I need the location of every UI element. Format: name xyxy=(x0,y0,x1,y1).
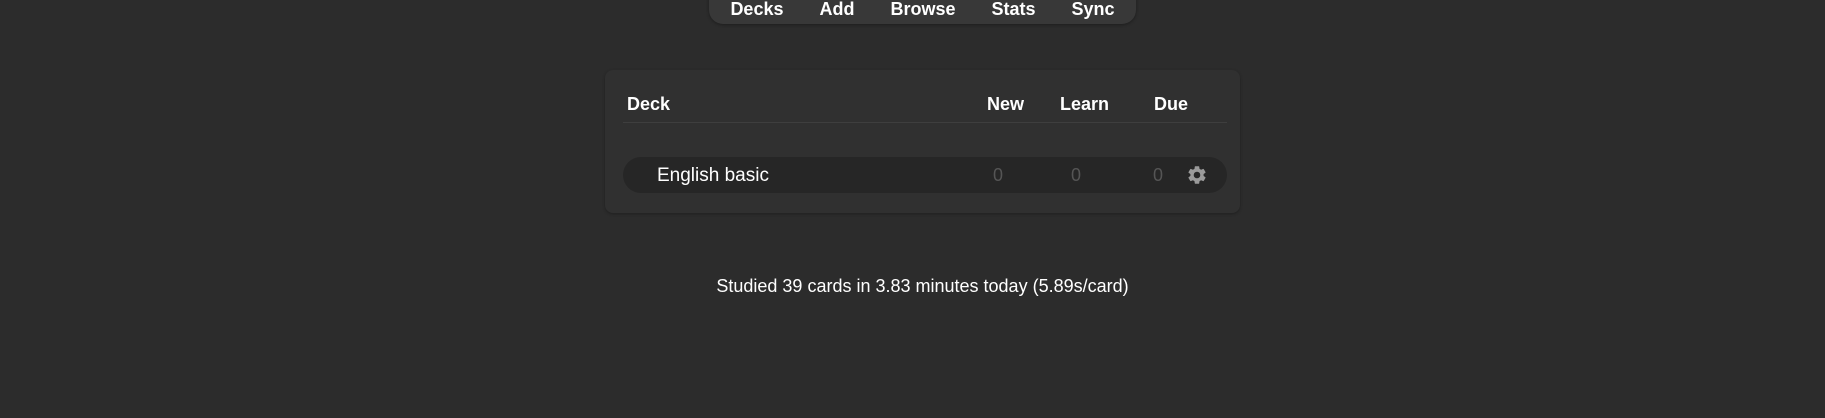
deck-table-header: Deck New Learn Due xyxy=(623,70,1227,123)
toolbar-decks-link[interactable]: Decks xyxy=(730,0,783,18)
header-learn: Learn xyxy=(1060,94,1110,114)
toolbar-sync-link[interactable]: Sync xyxy=(1072,0,1115,18)
deck-learn-count: 0 xyxy=(1070,165,1081,185)
gear-icon[interactable] xyxy=(1186,164,1208,186)
deck-row: English basic 0 0 0 xyxy=(623,157,1227,193)
toolbar-browse-link[interactable]: Browse xyxy=(890,0,955,18)
deck-browser-page: Decks Add Browse Stats Sync Deck New Lea… xyxy=(0,0,1825,418)
deck-name-link[interactable]: English basic xyxy=(657,165,769,187)
deck-new-count: 0 xyxy=(992,165,1003,185)
header-new: New xyxy=(987,94,1025,114)
deck-list-panel: Deck New Learn Due English basic 0 0 0 xyxy=(605,70,1240,213)
toolbar-add-link[interactable]: Add xyxy=(819,0,854,18)
top-toolbar: Decks Add Browse Stats Sync xyxy=(709,0,1136,24)
toolbar-stats-link[interactable]: Stats xyxy=(992,0,1036,18)
header-due: Due xyxy=(1154,94,1189,114)
study-summary-text: Studied 39 cards in 3.83 minutes today (… xyxy=(716,276,1129,296)
header-deck: Deck xyxy=(627,94,671,114)
deck-due-count: 0 xyxy=(1152,165,1163,185)
